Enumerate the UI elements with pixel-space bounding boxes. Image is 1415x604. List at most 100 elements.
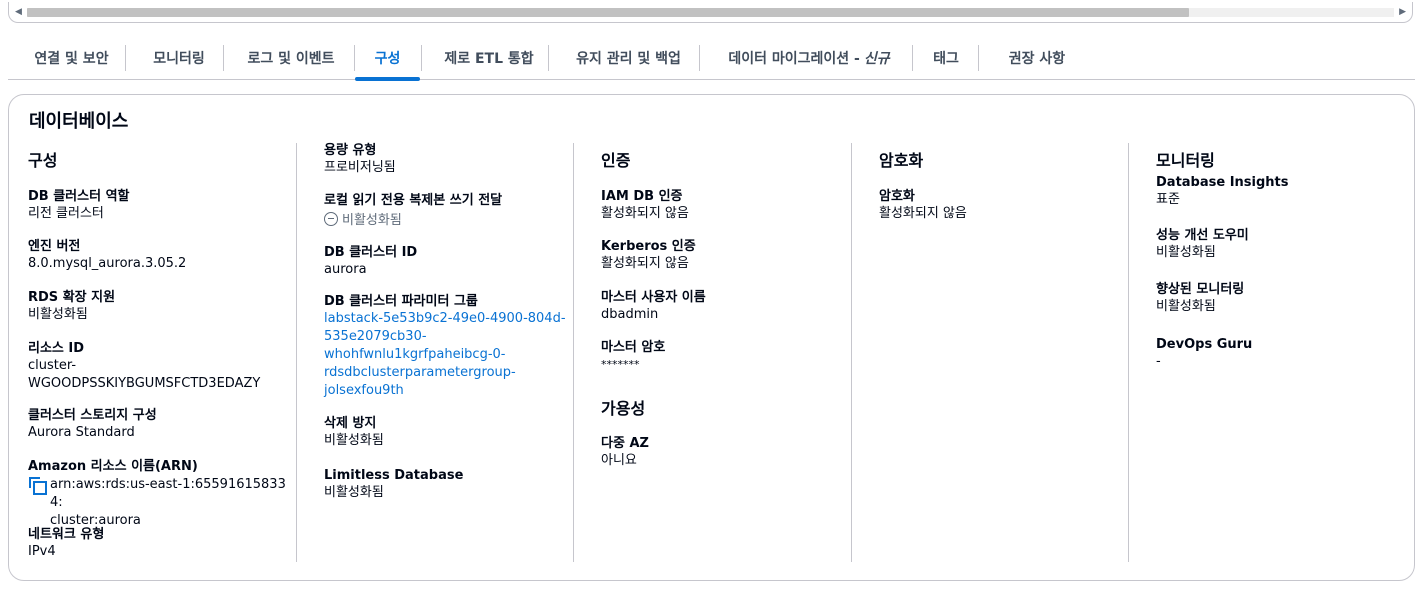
scroll-left-icon[interactable]: ◀ — [15, 7, 22, 17]
scrollbar-thumb[interactable] — [27, 8, 1189, 17]
section-heading-configuration: 구성 — [28, 151, 58, 170]
tab-divider — [223, 45, 224, 71]
field-value: 비활성화됨 — [28, 307, 88, 322]
field-multi-az: 다중 AZ 아니요 — [601, 435, 847, 470]
disabled-status-icon — [324, 211, 338, 226]
field-devops-guru: DevOps Guru - — [1156, 336, 1394, 371]
field-master-password: 마스터 암호 ******* — [601, 339, 847, 374]
field-value: 표준 — [1156, 192, 1180, 207]
copy-icon[interactable] — [28, 476, 47, 495]
scroll-right-icon[interactable]: ▶ — [1399, 7, 1406, 17]
section-heading-encryption: 암호화 — [879, 151, 924, 170]
field-label: 네트워크 유형 — [28, 527, 105, 542]
field-value: 비활성화됨 — [342, 213, 402, 228]
tab-recommendations[interactable]: 권장 사항 — [987, 36, 1087, 80]
column-authentication: 인증 IAM DB 인증 활성화되지 않음 Kerberos 인증 활성화되지 … — [573, 143, 851, 562]
field-parameter-group: DB 클러스터 파라미터 그룹 labstack-5e53b9c2-49e0-4… — [324, 293, 569, 400]
field-value: 비활성화됨 — [1156, 299, 1216, 314]
field-kerberos-auth: Kerberos 인증 활성화되지 않음 — [601, 238, 847, 273]
field-value: 활성화되지 않음 — [601, 206, 689, 221]
field-label: 성능 개선 도우미 — [1156, 228, 1249, 243]
field-value: dbadmin — [601, 307, 659, 322]
field-rds-extended-support: RDS 확장 지원 비활성화됨 — [28, 289, 292, 324]
tab-zero-etl[interactable]: 제로 ETL 통합 — [429, 36, 549, 80]
tab-maintenance-backup[interactable]: 유지 관리 및 백업 — [557, 36, 700, 80]
field-enhanced-monitoring: 향상된 모니터링 비활성화됨 — [1156, 281, 1394, 316]
field-limitless-database: Limitless Database 비활성화됨 — [324, 467, 569, 502]
field-value: ******* — [601, 358, 640, 371]
field-write-forwarding: 로컬 읽기 전용 복제본 쓰기 전달 비활성화됨 — [324, 192, 569, 228]
field-label: Amazon 리소스 이름(ARN) — [28, 459, 198, 474]
field-value: 프로비저닝됨 — [324, 160, 396, 175]
field-label: 클러스터 스토리지 구성 — [28, 408, 157, 423]
section-heading-availability: 가용성 — [601, 399, 646, 418]
tab-divider — [978, 45, 979, 71]
field-value: cluster- WGOODPSSKIYBGUMSFCTD3EDAZY — [28, 358, 261, 391]
field-engine-version: 엔진 버전 8.0.mysql_aurora.3.05.2 — [28, 238, 292, 273]
field-label: IAM DB 인증 — [601, 189, 683, 204]
field-iam-db-auth: IAM DB 인증 활성화되지 않음 — [601, 188, 847, 223]
field-label: 리소스 ID — [28, 341, 85, 356]
arn-row: arn:aws:rds:us-east-1:655916158334: clus… — [28, 475, 292, 530]
tab-data-migration-label: 데이터 마이그레이션 - — [728, 51, 860, 67]
field-master-username: 마스터 사용자 이름 dbadmin — [601, 289, 847, 324]
field-label: 삭제 방지 — [324, 416, 377, 431]
field-value: 활성화되지 않음 — [879, 206, 967, 221]
tab-tags[interactable]: 태그 — [921, 36, 971, 80]
status-disabled: 비활성화됨 — [324, 209, 569, 228]
column-monitoring: 모니터링 Database Insights 표준 성능 개선 도우미 비활성화… — [1128, 143, 1398, 562]
field-label: 마스터 암호 — [601, 340, 666, 355]
parameter-group-link[interactable]: labstack-5e53b9c2-49e0-4900-804d- 535e20… — [324, 310, 569, 400]
field-value: 비활성화됨 — [324, 485, 384, 500]
field-performance-insights: 성능 개선 도우미 비활성화됨 — [1156, 227, 1394, 262]
field-label: Database Insights — [1156, 175, 1289, 190]
field-deletion-protection: 삭제 방지 비활성화됨 — [324, 415, 569, 450]
field-label: DB 클러스터 역할 — [28, 189, 130, 204]
field-label: DB 클러스터 파라미터 그룹 — [324, 294, 478, 309]
field-label: DB 클러스터 ID — [324, 245, 418, 260]
section-heading-authentication: 인증 — [601, 151, 631, 170]
field-value: IPv4 — [28, 544, 56, 559]
field-label: RDS 확장 지원 — [28, 290, 116, 305]
field-label: 엔진 버전 — [28, 239, 81, 254]
scrollbar-track[interactable] — [27, 8, 1394, 17]
field-value: 활성화되지 않음 — [601, 256, 689, 271]
database-config-panel: 데이터베이스 구성 DB 클러스터 역할 리전 클러스터 엔진 버전 8.0.m… — [8, 94, 1415, 581]
tab-connectivity-security[interactable]: 연결 및 보안 — [20, 36, 123, 80]
tab-monitoring[interactable]: 모니터링 — [134, 36, 224, 80]
field-label: 마스터 사용자 이름 — [601, 290, 706, 305]
tab-divider — [699, 45, 700, 71]
tab-divider — [912, 45, 913, 71]
field-encryption: 암호화 활성화되지 않음 — [879, 188, 1124, 223]
tab-configuration[interactable]: 구성 — [355, 36, 420, 81]
field-value: 비활성화됨 — [324, 433, 384, 448]
field-database-insights: Database Insights 표준 — [1156, 174, 1394, 209]
tab-divider — [421, 45, 422, 71]
section-heading-monitoring: 모니터링 — [1156, 151, 1215, 170]
field-label: 다중 AZ — [601, 436, 649, 451]
tab-data-migration[interactable]: 데이터 마이그레이션 - 신규 — [708, 36, 910, 80]
tab-divider — [125, 45, 126, 71]
field-label: 암호화 — [879, 189, 915, 204]
column-encryption: 암호화 암호화 활성화되지 않음 — [851, 143, 1128, 562]
field-label: DevOps Guru — [1156, 337, 1253, 352]
field-value: Aurora Standard — [28, 425, 135, 440]
field-network-type: 네트워크 유형 IPv4 — [28, 526, 292, 561]
field-label: Limitless Database — [324, 468, 464, 483]
field-value: 비활성화됨 — [1156, 245, 1216, 260]
field-cluster-storage-config: 클러스터 스토리지 구성 Aurora Standard — [28, 407, 292, 442]
new-badge: 신규 — [863, 51, 890, 67]
panel-title: 데이터베이스 — [29, 111, 129, 132]
field-value: 8.0.mysql_aurora.3.05.2 — [28, 256, 187, 271]
field-label: Kerberos 인증 — [601, 239, 696, 254]
field-value: - — [1156, 354, 1161, 369]
column-configuration: 구성 DB 클러스터 역할 리전 클러스터 엔진 버전 8.0.mysql_au… — [28, 143, 296, 562]
field-db-cluster-role: DB 클러스터 역할 리전 클러스터 — [28, 188, 292, 223]
field-label: 향상된 모니터링 — [1156, 282, 1245, 297]
horizontal-scrollbar[interactable]: ◀ ▶ — [8, 2, 1413, 23]
field-arn: Amazon 리소스 이름(ARN) arn:aws:rds:us-east-1… — [28, 458, 292, 530]
field-capacity-type: 용량 유형 프로비저닝됨 — [324, 142, 569, 177]
tab-logs-events[interactable]: 로그 및 이벤트 — [232, 36, 350, 80]
tab-bar: 연결 및 보안 모니터링 로그 및 이벤트 구성 제로 ETL 통합 유지 관리… — [8, 36, 1415, 81]
field-value: 아니요 — [601, 453, 637, 468]
